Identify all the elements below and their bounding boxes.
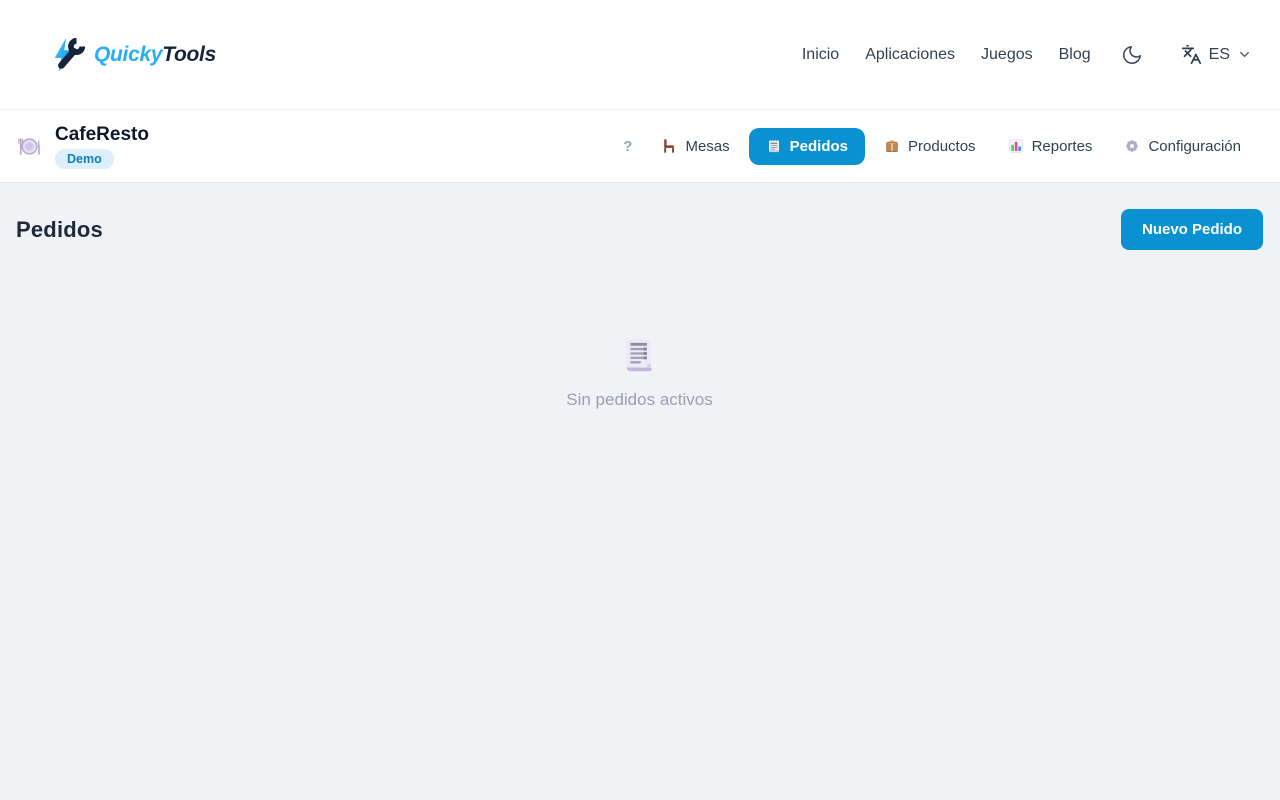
- tab-label: Mesas: [685, 138, 729, 155]
- quickytools-logo-icon: [50, 36, 88, 74]
- theme-toggle-button[interactable]: [1117, 40, 1147, 70]
- main-content: Pedidos Nuevo Pedido Sin pedidos activos: [0, 183, 1280, 410]
- tab-mesas[interactable]: Mesas: [648, 129, 742, 164]
- app-identity: CafeResto Demo: [16, 124, 149, 169]
- tab-configuracion[interactable]: Configuración: [1111, 129, 1254, 164]
- help-button[interactable]: ?: [613, 132, 642, 161]
- receipt-icon: [766, 138, 782, 154]
- demo-badge: Demo: [55, 149, 114, 169]
- brand-name: QuickyTools: [94, 43, 216, 67]
- languages-icon: [1181, 44, 1202, 65]
- app-header-bar: CafeResto Demo ? Mesas: [0, 110, 1280, 183]
- package-icon: [884, 138, 900, 154]
- tab-pedidos[interactable]: Pedidos: [749, 128, 865, 165]
- nav-link-juegos[interactable]: Juegos: [981, 46, 1033, 64]
- tab-label: Pedidos: [790, 138, 848, 155]
- tab-label: Productos: [908, 138, 976, 155]
- brand-logo[interactable]: QuickyTools: [50, 36, 216, 74]
- language-code: ES: [1209, 46, 1230, 64]
- nav-link-inicio[interactable]: Inicio: [802, 46, 839, 64]
- nav-link-aplicaciones[interactable]: Aplicaciones: [865, 46, 955, 64]
- fork-knife-plate-icon: [16, 133, 43, 160]
- top-navigation: Inicio Aplicaciones Juegos Blog ES: [802, 40, 1252, 70]
- empty-state-message: Sin pedidos activos: [566, 390, 712, 410]
- top-navbar: QuickyTools Inicio Aplicaciones Juegos B…: [0, 0, 1280, 110]
- tab-label: Reportes: [1032, 138, 1093, 155]
- language-selector[interactable]: ES: [1181, 44, 1252, 65]
- tab-reportes[interactable]: Reportes: [995, 129, 1106, 164]
- chevron-down-icon: [1237, 47, 1252, 62]
- tab-label: Configuración: [1148, 138, 1241, 155]
- app-title: CafeResto: [55, 124, 149, 146]
- app-tabbar: ? Mesas: [613, 128, 1254, 165]
- empty-state: Sin pedidos activos: [16, 332, 1263, 410]
- nuevo-pedido-button[interactable]: Nuevo Pedido: [1121, 209, 1263, 250]
- receipt-icon: [617, 332, 663, 378]
- page-title: Pedidos: [16, 217, 103, 243]
- moon-icon: [1121, 44, 1143, 66]
- nav-link-blog[interactable]: Blog: [1059, 46, 1091, 64]
- chair-icon: [661, 138, 677, 154]
- page-header-row: Pedidos Nuevo Pedido: [16, 209, 1263, 250]
- tab-productos[interactable]: Productos: [871, 129, 989, 164]
- bar-chart-icon: [1008, 138, 1024, 154]
- gear-icon: [1124, 138, 1140, 154]
